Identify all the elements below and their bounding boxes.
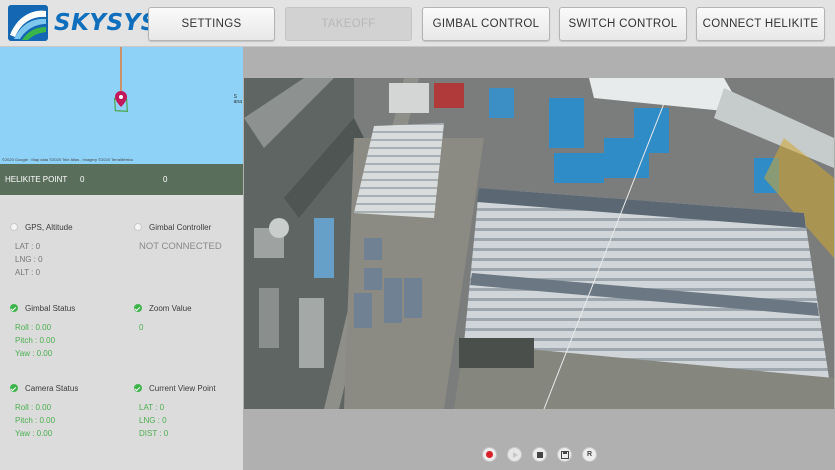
gimbal-pitch: Pitch : 0.00 [15, 336, 56, 345]
status-ok-icon [134, 384, 142, 392]
status-indicator-icon [10, 223, 18, 231]
save-icon[interactable] [557, 447, 572, 462]
map-view[interactable]: S ana ©2020 Google · Map data ©2020 Tele… [0, 47, 243, 164]
status-ok-icon [10, 304, 18, 312]
view-dist: DIST : 0 [139, 429, 169, 438]
map-pin-icon[interactable] [115, 91, 127, 107]
top-toolbar: SKYSYS SETTINGS TAKEOFF GIMBAL CONTROL S… [0, 0, 835, 47]
zoom-value-title: Zoom Value [149, 303, 192, 313]
camera-pitch: Pitch : 0.00 [15, 416, 56, 425]
map-edge-label: S ana [233, 94, 242, 105]
gps-altitude-title: GPS, Altitude [25, 222, 73, 232]
switch-control-button[interactable]: SWITCH CONTROL [559, 7, 687, 41]
gps-altitude-block: GPS, Altitude LAT : 0 LNG : 0 ALT : 0 [10, 221, 73, 279]
gps-lng: LNG : 0 [15, 255, 43, 264]
camera-yaw: Yaw : 0.00 [15, 429, 53, 438]
brand-name: SKYSYS [54, 10, 158, 36]
status-indicator-icon [134, 223, 142, 231]
gimbal-roll: Roll : 0.00 [15, 323, 52, 332]
record-icon[interactable] [482, 447, 497, 462]
video-area: R [243, 47, 835, 470]
current-view-point-block: Current View Point LAT : 0 LNG : 0 DIST … [134, 382, 216, 440]
reset-button[interactable]: R [582, 447, 597, 462]
view-lat: LAT : 0 [139, 403, 165, 412]
play-icon[interactable] [507, 447, 522, 462]
helikite-point-bar: HELIKITE POINT 0 0 [0, 164, 243, 195]
status-ok-icon [134, 304, 142, 312]
takeoff-button[interactable]: TAKEOFF [285, 7, 412, 41]
camera-roll: Roll : 0.00 [15, 403, 52, 412]
zoom-value: 0 [139, 323, 144, 332]
camera-status-title: Camera Status [25, 383, 79, 393]
connect-helikite-button[interactable]: CONNECT HELIKITE [696, 7, 825, 41]
gps-alt: ALT : 0 [15, 268, 41, 277]
gimbal-status-block: Gimbal Status Roll : 0.00 Pitch : 0.00 Y… [10, 302, 75, 360]
skysys-logo-icon [8, 5, 48, 41]
status-ok-icon [10, 384, 18, 392]
settings-button[interactable]: SETTINGS [148, 7, 275, 41]
gimbal-status-title: Gimbal Status [25, 303, 76, 313]
helikite-point-value-2: 0 [163, 175, 168, 184]
current-view-point-title: Current View Point [149, 383, 216, 393]
status-panel: GPS, Altitude LAT : 0 LNG : 0 ALT : 0 Gi… [0, 195, 243, 470]
camera-status-block: Camera Status Roll : 0.00 Pitch : 0.00 Y… [10, 382, 78, 440]
gps-lat: LAT : 0 [15, 242, 41, 251]
brand-logo: SKYSYS [8, 5, 158, 41]
playback-controls: R [243, 445, 835, 465]
gimbal-control-button[interactable]: GIMBAL CONTROL [422, 7, 550, 41]
helikite-point-label: HELIKITE POINT [5, 175, 68, 184]
gimbal-controller-block: Gimbal Controller NOT CONNECTED [134, 221, 222, 252]
gimbal-yaw: Yaw : 0.00 [15, 349, 53, 358]
gimbal-controller-title: Gimbal Controller [149, 222, 212, 232]
helikite-point-value-1: 0 [80, 175, 85, 184]
stop-icon[interactable] [532, 447, 547, 462]
view-lng: LNG : 0 [139, 416, 167, 425]
gimbal-controller-state: NOT CONNECTED [139, 241, 222, 252]
zoom-value-block: Zoom Value 0 [134, 302, 192, 334]
video-feed[interactable] [244, 78, 834, 409]
aerial-factory-image [244, 78, 834, 409]
map-credit: ©2020 Google · Map data ©2020 Tele Atlas… [2, 157, 133, 162]
